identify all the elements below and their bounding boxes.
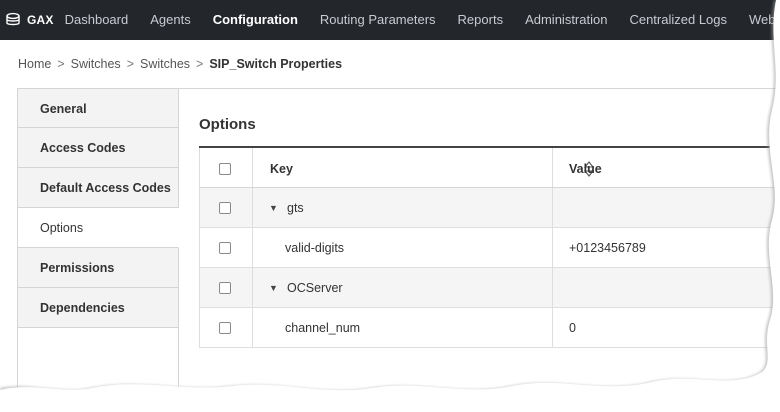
breadcrumb-separator: > (57, 57, 65, 71)
row-checkbox[interactable] (219, 282, 231, 294)
table-row[interactable]: ▼ OCServer (199, 268, 780, 308)
header-check-cell (199, 148, 253, 187)
row-value: 0 (569, 321, 576, 335)
select-all-checkbox[interactable] (219, 163, 231, 175)
top-nav-bar: GAX Dashboard Agents Configuration Routi… (0, 0, 780, 40)
header-key-cell[interactable]: Key (253, 148, 594, 187)
sidebar-item-dependencies[interactable]: Dependencies (17, 288, 179, 328)
nav-agents[interactable]: Agents (139, 0, 201, 40)
row-checkbox[interactable] (219, 242, 231, 254)
row-key: gts (287, 201, 304, 215)
row-key-cell: ▼ gts (253, 188, 553, 227)
row-value-cell (553, 188, 780, 227)
brand[interactable]: GAX (0, 12, 54, 28)
breadcrumb-switches[interactable]: Switches (71, 57, 121, 71)
header-value-cell: Value (553, 148, 780, 187)
sidebar-item-permissions[interactable]: Permissions (17, 248, 179, 288)
nav-web-engagement[interactable]: Web Er (738, 0, 780, 40)
table-row[interactable]: channel_num 0 (199, 308, 780, 348)
nav-centralized-logs[interactable]: Centralized Logs (618, 0, 738, 40)
nav-dashboard[interactable]: Dashboard (54, 0, 140, 40)
row-key-cell: channel_num (253, 308, 553, 347)
row-key-cell: ▼ OCServer (253, 268, 553, 307)
sidebar-item-options[interactable]: Options (17, 208, 179, 248)
nav-configuration[interactable]: Configuration (202, 0, 309, 40)
page-title: Options (199, 116, 256, 133)
sidebar-item-access-codes[interactable]: Access Codes (17, 128, 179, 168)
table-row[interactable]: valid-digits +0123456789 (199, 228, 780, 268)
row-value-cell: 0 (553, 308, 780, 347)
breadcrumb-separator: > (126, 57, 134, 71)
row-value-cell: +0123456789 (553, 228, 780, 267)
row-check-cell (199, 268, 253, 307)
row-value: +0123456789 (569, 241, 646, 255)
nav-routing-parameters[interactable]: Routing Parameters (309, 0, 447, 40)
header-key-label: Key (270, 162, 293, 176)
row-value-cell (553, 268, 780, 307)
row-key: valid-digits (285, 241, 345, 255)
row-check-cell (199, 308, 253, 347)
nav-reports[interactable]: Reports (447, 0, 515, 40)
brand-label: GAX (27, 13, 54, 27)
row-check-cell (199, 228, 253, 267)
row-key-cell: valid-digits (253, 228, 553, 267)
nav-administration[interactable]: Administration (514, 0, 618, 40)
row-key: channel_num (285, 321, 361, 335)
breadcrumb-separator: > (196, 57, 204, 71)
breadcrumb-current: SIP_Switch Properties (209, 57, 343, 71)
header-value-label: Value (569, 162, 602, 176)
row-checkbox[interactable] (219, 322, 231, 334)
sidebar: General Access Codes Default Access Code… (17, 88, 179, 328)
breadcrumb-switches-folder[interactable]: Switches (140, 57, 190, 71)
triangle-down-icon[interactable]: ▼ (269, 283, 278, 293)
table-row[interactable]: ▼ gts (199, 188, 780, 228)
row-check-cell (199, 188, 253, 227)
row-key: OCServer (287, 281, 343, 295)
table-header: Key Value (199, 146, 780, 188)
row-checkbox[interactable] (219, 202, 231, 214)
sidebar-item-default-access-codes[interactable]: Default Access Codes (17, 168, 179, 208)
sidebar-item-general[interactable]: General (17, 88, 179, 128)
breadcrumb: Home > Switches > Switches > SIP_Switch … (18, 57, 342, 71)
triangle-down-icon[interactable]: ▼ (269, 203, 278, 213)
stack-icon (6, 12, 20, 26)
breadcrumb-home[interactable]: Home (18, 57, 51, 71)
